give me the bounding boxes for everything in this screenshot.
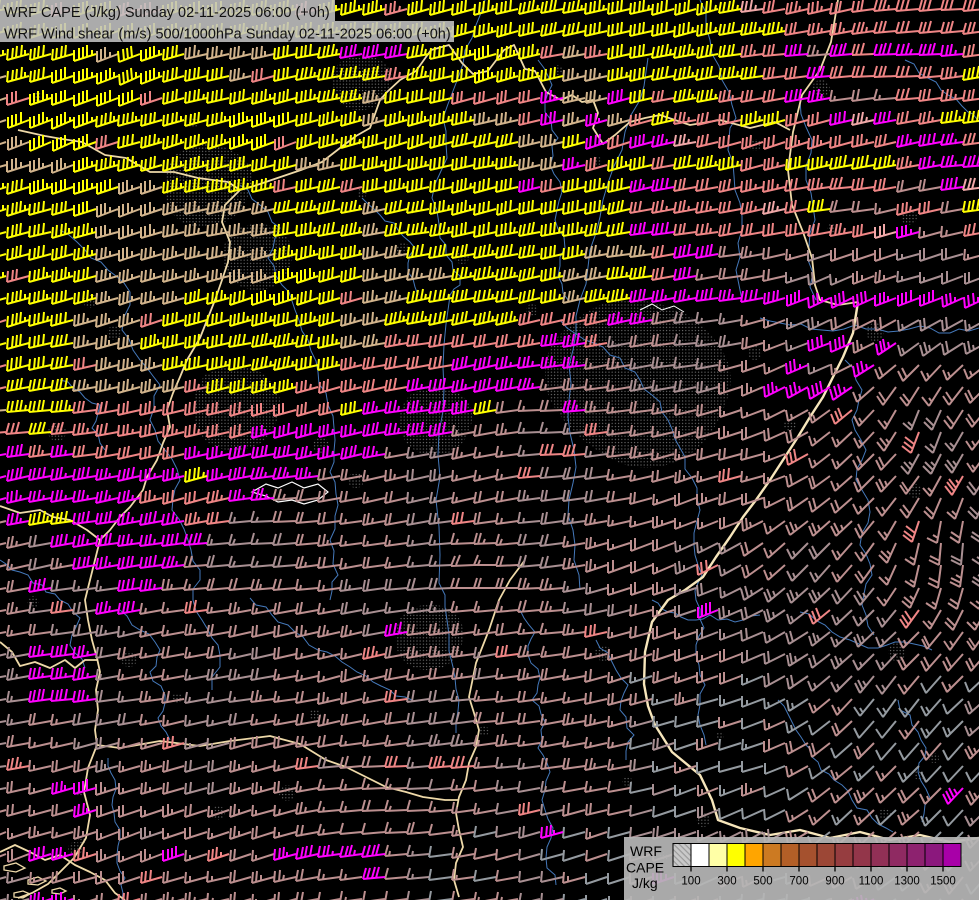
svg-text:500: 500: [753, 876, 772, 888]
svg-text:900: 900: [825, 876, 844, 888]
svg-text:WRF: WRF: [630, 843, 662, 859]
svg-text:WRF Wind shear (m/s) 500/1000h: WRF Wind shear (m/s) 500/1000hPa Sunday …: [4, 26, 451, 42]
svg-text:WRF CAPE (J/kg) Sunday 02-11-2: WRF CAPE (J/kg) Sunday 02-11-2025 06:00 …: [4, 5, 330, 21]
svg-text:700: 700: [789, 876, 808, 888]
svg-text:1300: 1300: [894, 876, 920, 888]
svg-text:1100: 1100: [859, 876, 884, 888]
svg-text:1500: 1500: [930, 876, 956, 888]
svg-text:100: 100: [681, 876, 700, 888]
svg-text:J/kg: J/kg: [632, 875, 658, 891]
svg-text:300: 300: [717, 876, 736, 888]
svg-text:CAPE: CAPE: [626, 860, 664, 876]
